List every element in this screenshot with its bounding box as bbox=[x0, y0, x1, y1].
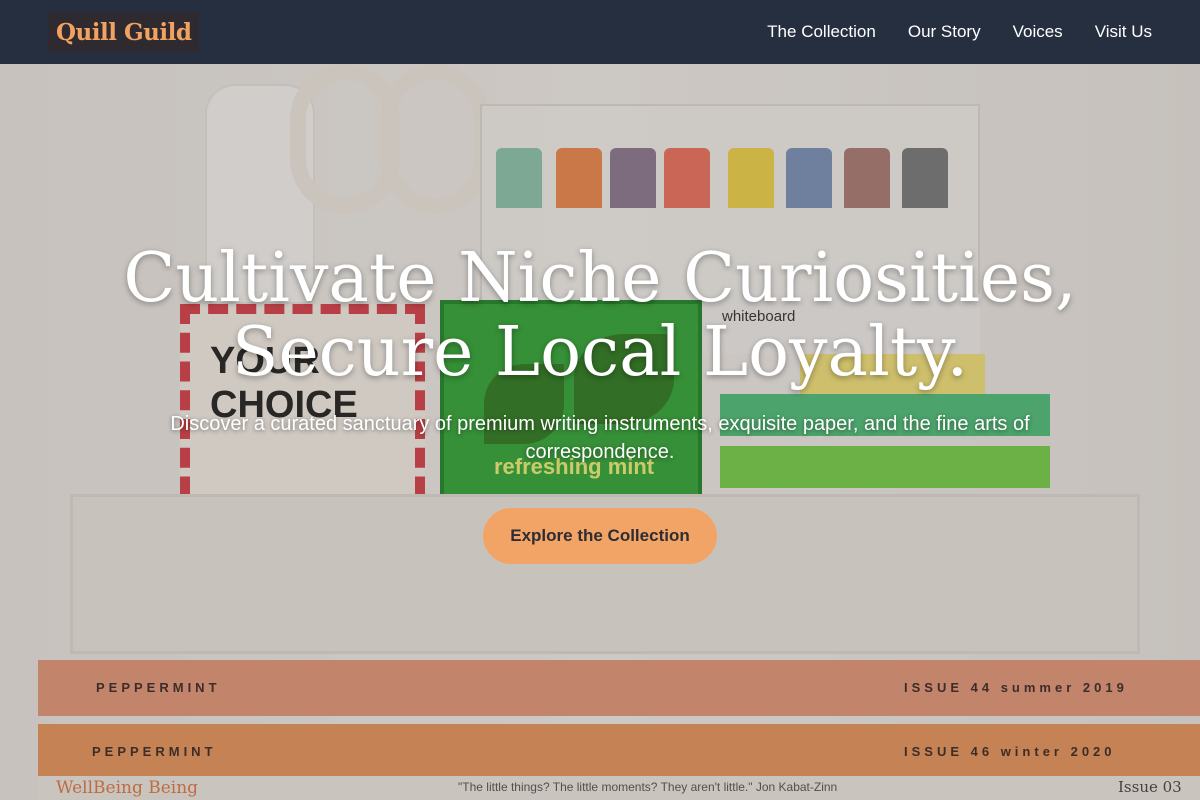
hero-content: Cultivate Niche Curiosities, Secure Loca… bbox=[0, 64, 1200, 800]
nav-links: The Collection Our Story Voices Visit Us bbox=[767, 22, 1152, 42]
hero-title: Cultivate Niche Curiosities, Secure Loca… bbox=[123, 239, 1077, 392]
hero-subtitle: Discover a curated sanctuary of premium … bbox=[170, 413, 1030, 463]
nav-link-collection[interactable]: The Collection bbox=[767, 22, 876, 42]
nav-link-voices[interactable]: Voices bbox=[1013, 22, 1063, 42]
brand-logo[interactable]: Quill Guild bbox=[48, 12, 200, 52]
nav-link-our-story[interactable]: Our Story bbox=[908, 22, 981, 42]
explore-collection-button[interactable]: Explore the Collection bbox=[483, 508, 717, 564]
top-navbar: Quill Guild The Collection Our Story Voi… bbox=[0, 0, 1200, 64]
nav-link-visit-us[interactable]: Visit Us bbox=[1095, 22, 1152, 42]
